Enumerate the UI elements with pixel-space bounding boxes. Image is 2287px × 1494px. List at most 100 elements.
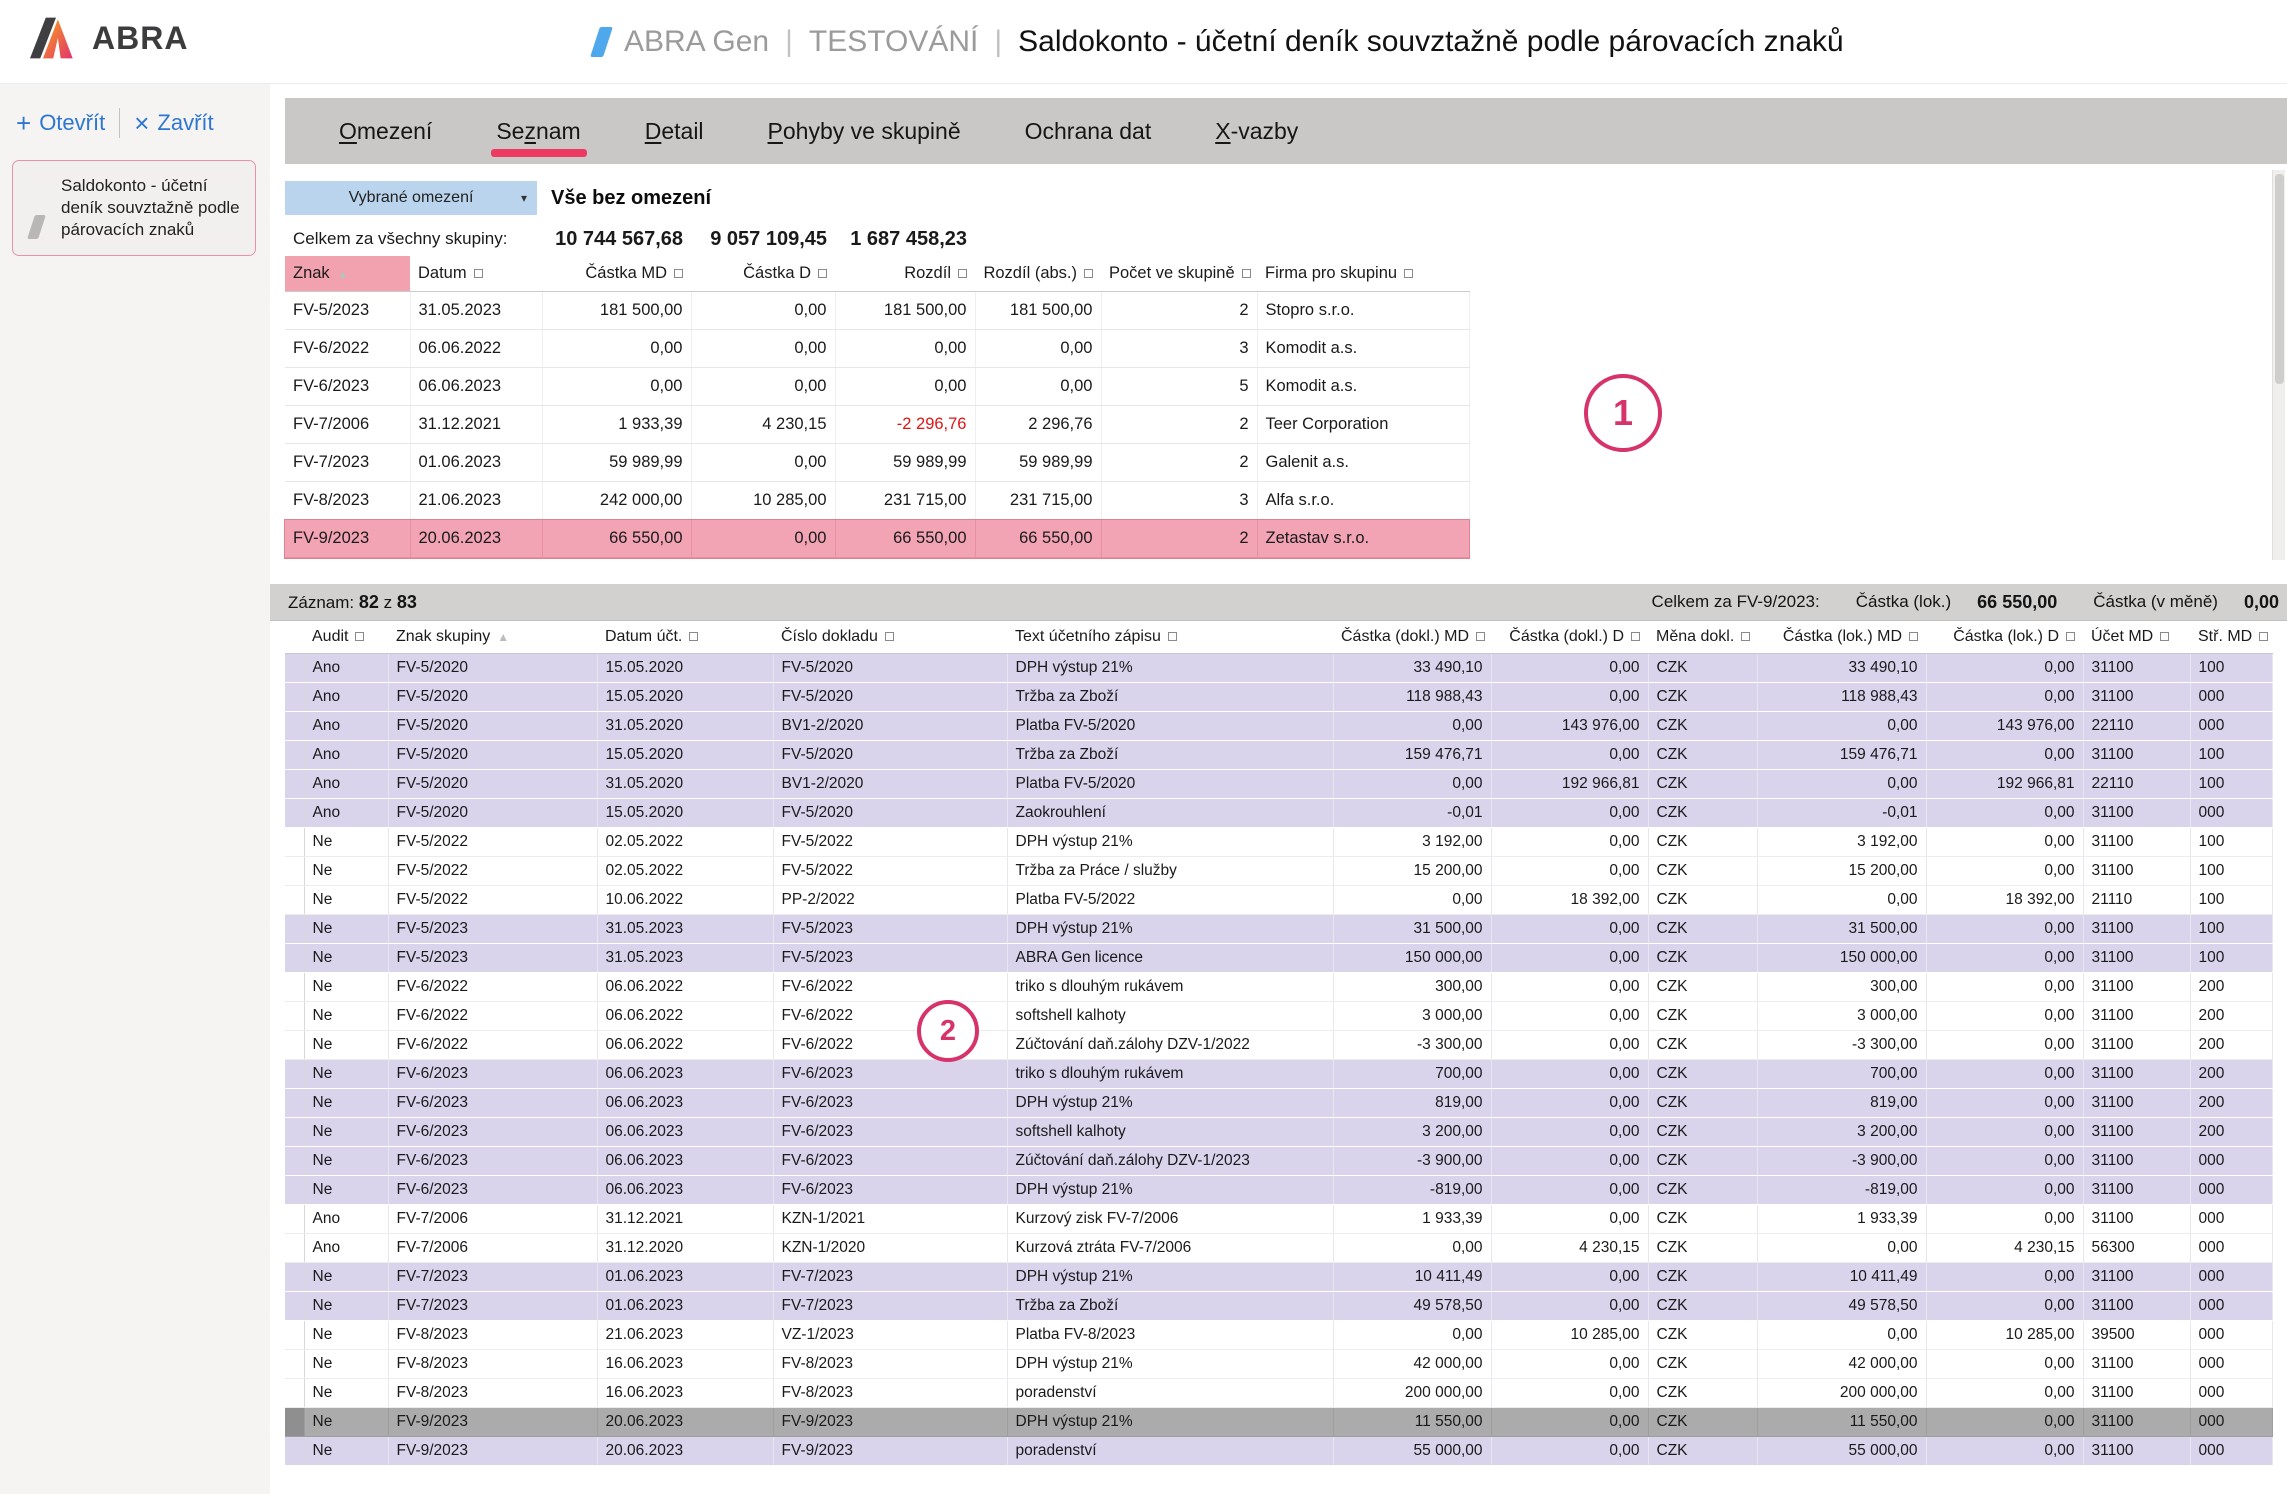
- journal-row[interactable]: NeFV-8/202316.06.2023FV-8/2023DPH výstup…: [285, 1350, 2272, 1379]
- column-header-audit[interactable]: Audit: [304, 621, 388, 654]
- column-header-st-md[interactable]: Stř. MD: [2190, 621, 2272, 654]
- journal-row[interactable]: NeFV-5/202331.05.2023FV-5/2023ABRA Gen l…: [285, 944, 2272, 973]
- tab-pohyby-ve-skupin[interactable]: Pohyby ve skupině: [736, 98, 993, 164]
- group-cell: 66 550,00: [835, 520, 975, 558]
- column-header-datum[interactable]: Datum: [410, 256, 542, 292]
- journal-row[interactable]: NeFV-5/202331.05.2023FV-5/2023DPH výstup…: [285, 915, 2272, 944]
- group-cell: 2: [1101, 444, 1257, 482]
- journal-cell: 150 000,00: [1333, 944, 1491, 973]
- journal-row[interactable]: AnoFV-5/202031.05.2020BV1-2/2020Platba F…: [285, 770, 2272, 799]
- journal-row[interactable]: NeFV-6/202306.06.2023FV-6/2023DPH výstup…: [285, 1089, 2272, 1118]
- journal-cell: softshell kalhoty: [1007, 1118, 1333, 1147]
- close-button[interactable]: × Zavřít: [134, 110, 213, 136]
- journal-row[interactable]: NeFV-6/202306.06.2023FV-6/2023softshell …: [285, 1118, 2272, 1147]
- group-row[interactable]: FV-9/202320.06.202366 550,000,0066 550,0…: [285, 520, 1469, 558]
- journal-cell: 0,00: [1926, 1147, 2083, 1176]
- journal-cell: 0,00: [1926, 944, 2083, 973]
- journal-cell: Ne: [304, 1379, 388, 1408]
- tab-seznam[interactable]: Seznam: [464, 98, 612, 164]
- group-cell: 31.05.2023: [410, 292, 542, 330]
- journal-row[interactable]: NeFV-6/202206.06.2022FV-6/2022Zúčtování …: [285, 1031, 2272, 1060]
- column-header-et-md[interactable]: Účet MD: [2083, 621, 2190, 654]
- journal-cell: FV-9/2023: [773, 1437, 1007, 1466]
- journal-cell: 33 490,10: [1333, 654, 1491, 683]
- column-header-firma-pro-skupinu[interactable]: Firma pro skupinu: [1257, 256, 1469, 292]
- journal-row[interactable]: NeFV-9/202320.06.2023FV-9/2023DPH výstup…: [285, 1408, 2272, 1437]
- column-header-datum-t[interactable]: Datum účt.: [597, 621, 773, 654]
- journal-row[interactable]: NeFV-6/202306.06.2023FV-6/2023Zúčtování …: [285, 1147, 2272, 1176]
- column-header-text-etn-ho-z-pisu[interactable]: Text účetního zápisu: [1007, 621, 1333, 654]
- journal-cell: 0,00: [1491, 1118, 1648, 1147]
- journal-row[interactable]: NeFV-6/202306.06.2023FV-6/2023triko s dl…: [285, 1060, 2272, 1089]
- journal-row[interactable]: NeFV-5/202202.05.2022FV-5/2022DPH výstup…: [285, 828, 2272, 857]
- column-header-stka-dokl-d[interactable]: Částka (dokl.) D: [1491, 621, 1648, 654]
- column-header-stka-md[interactable]: Částka MD: [542, 256, 691, 292]
- column-header-po-et-ve-skupin[interactable]: Počet ve skupině: [1101, 256, 1257, 292]
- group-row[interactable]: FV-7/202301.06.202359 989,990,0059 989,9…: [285, 444, 1469, 482]
- journal-cell: 31100: [2083, 1379, 2190, 1408]
- sidebar-item-saldokonto[interactable]: Saldokonto - účetní deník souvztažně pod…: [12, 160, 256, 256]
- group-cell: FV-6/2022: [285, 330, 410, 368]
- row-marker: [285, 1263, 304, 1292]
- journal-cell: 31100: [2083, 1060, 2190, 1089]
- journal-row[interactable]: NeFV-6/202206.06.2022FV-6/2022softshell …: [285, 1002, 2272, 1031]
- journal-row[interactable]: NeFV-6/202206.06.2022FV-6/2022triko s dl…: [285, 973, 2272, 1002]
- journal-row[interactable]: AnoFV-5/202015.05.2020FV-5/2020Tržba za …: [285, 741, 2272, 770]
- journal-row[interactable]: AnoFV-7/200631.12.2021KZN-1/2021Kurzový …: [285, 1205, 2272, 1234]
- journal-cell: 819,00: [1333, 1089, 1491, 1118]
- row-marker: [285, 1408, 304, 1437]
- group-cell: FV-7/2006: [285, 406, 410, 444]
- group-cell: FV-7/2023: [285, 444, 410, 482]
- tab-bar: OmezeníSeznamDetailPohyby ve skupiněOchr…: [285, 98, 2287, 164]
- column-header-m-na-dokl[interactable]: Měna dokl.: [1648, 621, 1757, 654]
- journal-cell: FV-9/2023: [773, 1408, 1007, 1437]
- journal-cell: 31100: [2083, 857, 2190, 886]
- journal-row[interactable]: NeFV-5/202210.06.2022PP-2/2022Platba FV-…: [285, 886, 2272, 915]
- column-header-stka-lok-d[interactable]: Částka (lok.) D: [1926, 621, 2083, 654]
- upper-scrollbar-thumb[interactable]: [2275, 174, 2284, 384]
- journal-cell: 0,00: [1491, 915, 1648, 944]
- journal-row[interactable]: AnoFV-5/202031.05.2020BV1-2/2020Platba F…: [285, 712, 2272, 741]
- group-row[interactable]: FV-6/202306.06.20230,000,000,000,005Komo…: [285, 368, 1469, 406]
- column-header-znak[interactable]: Znak▲: [285, 256, 410, 292]
- group-row[interactable]: FV-6/202206.06.20220,000,000,000,003Komo…: [285, 330, 1469, 368]
- journal-row[interactable]: NeFV-7/202301.06.2023FV-7/2023DPH výstup…: [285, 1263, 2272, 1292]
- group-row[interactable]: FV-7/200631.12.20211 933,394 230,15-2 29…: [285, 406, 1469, 444]
- tab-detail[interactable]: Detail: [613, 98, 736, 164]
- journal-row[interactable]: AnoFV-7/200631.12.2020KZN-1/2020Kurzová …: [285, 1234, 2272, 1263]
- column-header-stka-dokl-md[interactable]: Částka (dokl.) MD: [1333, 621, 1491, 654]
- journal-row[interactable]: NeFV-8/202321.06.2023VZ-1/2023Platba FV-…: [285, 1321, 2272, 1350]
- column-header-rozd-l[interactable]: Rozdíl: [835, 256, 975, 292]
- journal-row[interactable]: NeFV-7/202301.06.2023FV-7/2023Tržba za Z…: [285, 1292, 2272, 1321]
- journal-row[interactable]: NeFV-5/202202.05.2022FV-5/2022Tržba za P…: [285, 857, 2272, 886]
- journal-row[interactable]: NeFV-9/202320.06.2023FV-9/2023poradenstv…: [285, 1437, 2272, 1466]
- journal-row[interactable]: AnoFV-5/202015.05.2020FV-5/2020DPH výstu…: [285, 654, 2272, 683]
- journal-cell: FV-6/2023: [773, 1118, 1007, 1147]
- column-header-rozd-l-abs[interactable]: Rozdíl (abs.): [975, 256, 1101, 292]
- column-header-znak-skupiny[interactable]: Znak skupiny▲: [388, 621, 597, 654]
- journal-cell: 100: [2190, 886, 2272, 915]
- column-header-slo-dokladu[interactable]: Číslo dokladu: [773, 621, 1007, 654]
- journal-cell: 10 411,49: [1333, 1263, 1491, 1292]
- column-header-stka-lok-md[interactable]: Částka (lok.) MD: [1757, 621, 1926, 654]
- group-cell: 3: [1101, 330, 1257, 368]
- journal-cell: 0,00: [1926, 1292, 2083, 1321]
- journal-cell: 31 500,00: [1757, 915, 1926, 944]
- journal-row[interactable]: NeFV-8/202316.06.2023FV-8/2023poradenstv…: [285, 1379, 2272, 1408]
- open-button[interactable]: + Otevřít: [16, 110, 105, 136]
- restriction-dropdown[interactable]: Vybrané omezení ▾: [285, 181, 537, 215]
- tab-omezen[interactable]: Omezení: [307, 98, 464, 164]
- journal-cell: 31100: [2083, 1292, 2190, 1321]
- tab-ochrana-dat[interactable]: Ochrana dat: [993, 98, 1184, 164]
- tab-x-vazby[interactable]: X-vazby: [1183, 98, 1330, 164]
- journal-row[interactable]: NeFV-6/202306.06.2023FV-6/2023DPH výstup…: [285, 1176, 2272, 1205]
- journal-row[interactable]: AnoFV-5/202015.05.2020FV-5/2020Zaokrouhl…: [285, 799, 2272, 828]
- column-header-stka-d[interactable]: Částka D: [691, 256, 835, 292]
- journal-cell: Platba FV-5/2020: [1007, 770, 1333, 799]
- group-row[interactable]: FV-5/202331.05.2023181 500,000,00181 500…: [285, 292, 1469, 330]
- upper-scrollbar[interactable]: [2272, 170, 2285, 560]
- journal-row[interactable]: AnoFV-5/202015.05.2020FV-5/2020Tržba za …: [285, 683, 2272, 712]
- journal-cell: CZK: [1648, 1176, 1757, 1205]
- group-row[interactable]: FV-8/202321.06.2023242 000,0010 285,0023…: [285, 482, 1469, 520]
- group-cell: 2: [1101, 520, 1257, 558]
